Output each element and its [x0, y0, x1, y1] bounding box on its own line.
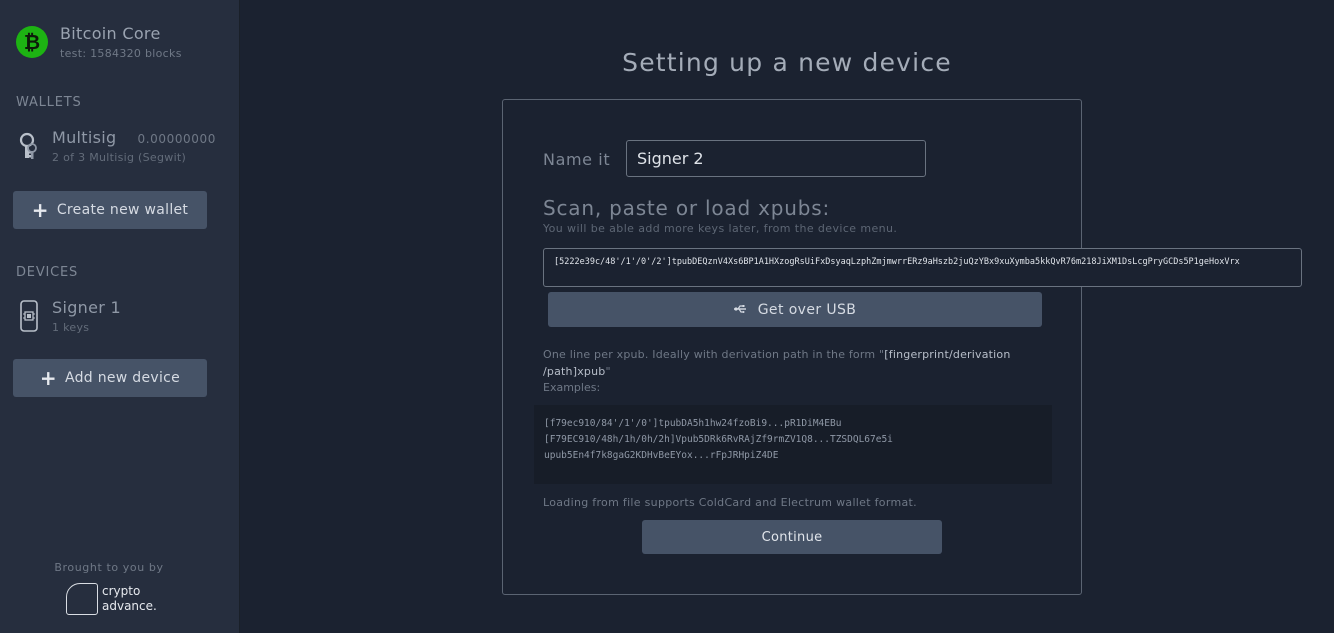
- crypto-advance-logo[interactable]: crypto advance.: [66, 583, 157, 615]
- plus-icon: +: [39, 366, 57, 390]
- xpubs-textarea[interactable]: [5222e39c/48'/1'/0'/2']tpubDEQznV4Xs6BP1…: [543, 248, 1302, 287]
- add-device-button[interactable]: + Add new device: [13, 359, 207, 397]
- example-line: [F79EC910/48h/1h/0h/2h]Vpub5DRk6RvRAjZf9…: [544, 434, 893, 445]
- brand-line-2: advance.: [102, 599, 157, 613]
- device-subtitle: 1 keys: [52, 321, 90, 334]
- plus-icon: +: [31, 198, 49, 222]
- get-over-usb-button[interactable]: Get over USB: [548, 292, 1042, 327]
- brought-to-you-by: Brought to you by: [54, 561, 164, 574]
- device-name-input[interactable]: [626, 140, 926, 177]
- node-name: Bitcoin Core: [60, 24, 161, 43]
- page-title: Setting up a new device: [622, 48, 952, 77]
- xpub-hint: One line per xpub. Ideally with derivati…: [543, 346, 1023, 380]
- brand-line-1: crypto: [102, 584, 141, 598]
- continue-button[interactable]: Continue: [642, 520, 942, 554]
- hint-suffix: ": [605, 365, 611, 378]
- sidebar-item-wallet-multisig[interactable]: Multisig 0.00000000 2 of 3 Multisig (Seg…: [16, 128, 216, 164]
- keys-icon: [16, 130, 42, 162]
- scan-title: Scan, paste or load xpubs:: [543, 196, 830, 220]
- wallet-subtitle: 2 of 3 Multisig (Segwit): [52, 151, 187, 164]
- node-status: test: 1584320 blocks: [60, 47, 182, 60]
- wallet-balance: 0.00000000: [137, 132, 216, 146]
- name-label: Name it: [543, 150, 611, 169]
- add-device-label: Add new device: [64, 370, 181, 386]
- bitcoin-icon: ₿: [16, 26, 48, 58]
- sidebar: ₿ Bitcoin Core test: 1584320 blocks WALL…: [0, 0, 240, 633]
- device-icon: [16, 300, 42, 332]
- crypto-advance-logo-icon: [66, 583, 98, 615]
- new-device-form: Name it Scan, paste or load xpubs: You w…: [502, 99, 1302, 595]
- usb-icon: [733, 303, 746, 317]
- scan-subtitle: You will be able add more keys later, fr…: [543, 222, 898, 235]
- create-wallet-button[interactable]: + Create new wallet: [13, 191, 207, 229]
- hint-prefix: One line per xpub. Ideally with derivati…: [543, 348, 885, 361]
- device-name: Signer 1: [52, 298, 121, 317]
- example-line: [f79ec910/84'/1'/0']tpubDA5h1hw24fzoBi9.…: [544, 418, 842, 429]
- examples-label: Examples:: [543, 381, 601, 394]
- node-info[interactable]: ₿ Bitcoin Core test: 1584320 blocks: [16, 24, 182, 60]
- devices-section-label: DEVICES: [16, 265, 79, 280]
- example-line: upub5En4f7k8gaG2KDHvBeEYox...rFpJRHpiZ4D…: [544, 450, 779, 461]
- create-wallet-label: Create new wallet: [56, 202, 189, 218]
- get-over-usb-label: Get over USB: [757, 301, 857, 318]
- load-file-note: Loading from file supports ColdCard and …: [543, 496, 917, 509]
- sidebar-item-device-signer-1[interactable]: Signer 1 1 keys: [16, 298, 216, 334]
- wallet-name: Multisig: [52, 128, 117, 147]
- examples-block: [f79ec910/84'/1'/0']tpubDA5h1hw24fzoBi9.…: [534, 405, 1052, 484]
- wallets-section-label: WALLETS: [16, 95, 82, 110]
